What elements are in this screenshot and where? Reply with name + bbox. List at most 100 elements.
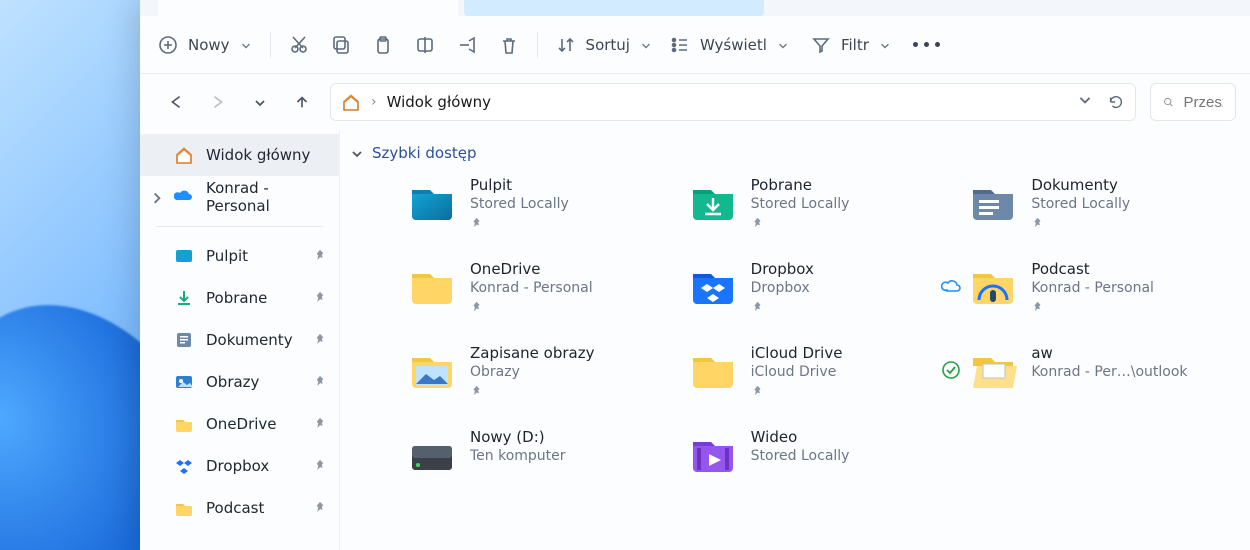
share-icon[interactable]	[457, 35, 477, 55]
dot-icon	[924, 42, 929, 47]
item-meta: Podcast Konrad - Personal	[1031, 260, 1154, 314]
tab-strip	[140, 0, 1250, 16]
item-name: Dropbox	[751, 260, 814, 278]
quick-access-item[interactable]: Zapisane obrazy Obrazy	[408, 344, 689, 410]
sort-icon	[556, 35, 576, 55]
pin-icon[interactable]	[313, 501, 327, 515]
sidebar-item-home[interactable]: Widok główny	[140, 134, 339, 176]
sidebar-item-label: Pobrane	[206, 289, 267, 307]
pin-icon[interactable]	[313, 375, 327, 389]
document-thumb-icon	[969, 176, 1017, 224]
delete-icon[interactable]	[499, 35, 519, 55]
sort-button[interactable]: Sortuj	[556, 35, 652, 55]
sidebar-item-obrazy[interactable]: Obrazy	[140, 361, 339, 403]
pictures-icon	[174, 372, 194, 392]
item-name: Podcast	[1031, 260, 1154, 278]
rename-icon[interactable]	[415, 35, 435, 55]
home-icon	[341, 92, 361, 112]
pin-icon[interactable]	[313, 333, 327, 347]
filter-button[interactable]: Filtr	[811, 35, 891, 55]
pin-icon[interactable]	[313, 291, 327, 305]
quick-access-item[interactable]: WideoStored Locally	[689, 428, 970, 494]
pin-icon	[470, 385, 483, 398]
breadcrumb[interactable]: Widok główny	[387, 93, 491, 111]
sidebar-item-dokumenty[interactable]: Dokumenty	[140, 319, 339, 361]
item-location: Obrazy	[470, 364, 594, 380]
new-button[interactable]: Nowy	[158, 35, 252, 55]
sidebar-item-personal[interactable]: Konrad - Personal	[140, 176, 339, 218]
podcast-thumb-icon	[969, 260, 1017, 308]
item-meta: WideoStored Locally	[751, 428, 850, 464]
item-meta: DokumentyStored Locally	[1031, 176, 1130, 230]
sidebar-item-label: Widok główny	[206, 146, 310, 164]
onedrive-icon	[174, 187, 194, 207]
pin-icon[interactable]	[313, 417, 327, 431]
quick-access-item[interactable]: DropboxDropbox	[689, 260, 970, 326]
section-header[interactable]: Szybki dostęp	[340, 144, 1250, 176]
quick-access-item[interactable]: Nowy (D:)Ten komputer	[408, 428, 689, 494]
content-area: Szybki dostęp PulpitStored LocallyPobran…	[340, 130, 1250, 550]
paste-icon[interactable]	[373, 35, 393, 55]
quick-access-item[interactable]: PulpitStored Locally	[408, 176, 689, 242]
tab-active[interactable]	[158, 0, 458, 16]
item-meta: Nowy (D:)Ten komputer	[470, 428, 566, 464]
item-name: iCloud Drive	[751, 344, 843, 362]
item-meta: OneDriveKonrad - Personal	[470, 260, 593, 314]
item-location: Konrad - Personal	[1031, 280, 1154, 296]
chevron-down-icon	[879, 39, 891, 51]
history-button[interactable]	[246, 88, 274, 116]
more-button[interactable]	[913, 42, 940, 47]
pin-icon	[751, 217, 764, 230]
sidebar-item-pulpit[interactable]: Pulpit	[140, 235, 339, 277]
sidebar-item-label: Podcast	[206, 499, 264, 517]
sidebar-item-onedrive[interactable]: OneDrive	[140, 403, 339, 445]
quick-access-item[interactable]: awKonrad - Per…\outlook	[969, 344, 1250, 410]
folder-icon	[174, 414, 194, 434]
pin-icon[interactable]	[313, 459, 327, 473]
section-title: Szybki dostęp	[372, 144, 477, 162]
chevron-right-icon[interactable]	[150, 190, 164, 204]
quick-access-item[interactable]: PobraneStored Locally	[689, 176, 970, 242]
pin-icon	[751, 385, 764, 398]
new-label: Nowy	[188, 36, 230, 54]
sidebar-item-podcast[interactable]: Podcast	[140, 487, 339, 529]
cut-icon[interactable]	[289, 35, 309, 55]
chevron-down-icon[interactable]	[1077, 93, 1093, 105]
item-name: aw	[1031, 344, 1187, 362]
filter-icon	[811, 35, 831, 55]
open-thumb-icon	[969, 344, 1017, 392]
sidebar-item-pobrane[interactable]: Pobrane	[140, 277, 339, 319]
dot-icon	[913, 42, 918, 47]
copy-icon[interactable]	[331, 35, 351, 55]
chevron-down-icon	[253, 95, 267, 109]
view-button[interactable]: Wyświetl	[670, 35, 789, 55]
chevron-down-icon	[640, 39, 652, 51]
search-input[interactable]	[1184, 94, 1223, 111]
refresh-icon[interactable]	[1107, 93, 1125, 111]
tab-inactive[interactable]	[464, 0, 764, 16]
clipboard-group	[289, 35, 519, 55]
download-icon	[174, 288, 194, 308]
up-button[interactable]	[288, 88, 316, 116]
back-button[interactable]	[162, 88, 190, 116]
quick-access-item[interactable]: iCloud DriveiCloud Drive	[689, 344, 970, 410]
sidebar-separator	[156, 226, 323, 227]
navigation-bar: › Widok główny	[140, 74, 1250, 130]
dropbox-icon	[174, 456, 194, 476]
search-box[interactable]	[1150, 83, 1236, 121]
body: Widok główny Konrad - Personal Pulpit Pob…	[140, 130, 1250, 550]
quick-access-item[interactable]: OneDriveKonrad - Personal	[408, 260, 689, 326]
cloud-status-icon	[941, 276, 961, 296]
sidebar-item-dropbox[interactable]: Dropbox	[140, 445, 339, 487]
breadcrumb-separator: ›	[371, 94, 377, 110]
folder-thumb-icon	[408, 260, 456, 308]
pin-icon[interactable]	[313, 249, 327, 263]
item-name: Zapisane obrazy	[470, 344, 594, 362]
quick-access-item[interactable]: DokumentyStored Locally	[969, 176, 1250, 242]
forward-button[interactable]	[204, 88, 232, 116]
file-explorer-window: Nowy Sortuj Wyświetl Filtr	[140, 0, 1250, 550]
item-name: Pulpit	[470, 176, 569, 194]
address-bar[interactable]: › Widok główny	[330, 83, 1136, 121]
quick-access-item[interactable]: Podcast Konrad - Personal	[969, 260, 1250, 326]
item-location: Stored Locally	[1031, 196, 1130, 212]
